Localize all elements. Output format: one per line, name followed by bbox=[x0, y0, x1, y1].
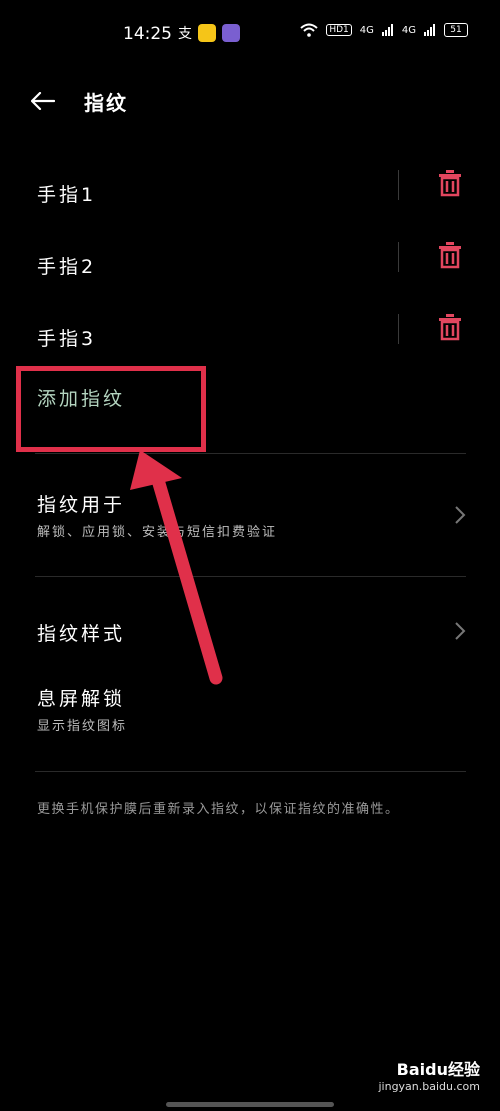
item-subtitle: 显示指纹图标 bbox=[37, 719, 128, 734]
watermark-brand: Baidu经验 bbox=[396, 1060, 480, 1079]
chevron-right-icon bbox=[455, 506, 466, 524]
signal-bars-icon-1 bbox=[381, 24, 393, 36]
hd-voice-icon: HD1 bbox=[326, 24, 352, 36]
page-header: 指纹 bbox=[30, 86, 128, 116]
divider bbox=[35, 453, 466, 454]
page-title: 指纹 bbox=[84, 90, 128, 115]
item-title: 息屏解锁 bbox=[37, 688, 126, 710]
status-time: 14:25 bbox=[123, 24, 172, 44]
alipay-icon: 支 bbox=[178, 26, 192, 42]
delete-trash-icon[interactable] bbox=[436, 168, 464, 198]
divider bbox=[398, 314, 399, 344]
chevron-right-icon bbox=[455, 622, 466, 640]
game-app-icon bbox=[222, 24, 240, 42]
divider bbox=[398, 170, 399, 200]
item-title: 指纹样式 bbox=[37, 623, 126, 645]
highlight-box bbox=[16, 366, 206, 452]
delete-trash-icon[interactable] bbox=[436, 312, 464, 342]
divider bbox=[35, 771, 466, 772]
weibo-icon bbox=[198, 24, 216, 42]
divider bbox=[398, 242, 399, 272]
back-arrow-icon bbox=[31, 92, 55, 110]
item-title: 指纹用于 bbox=[37, 494, 126, 516]
divider bbox=[35, 576, 466, 577]
finger-row-1[interactable]: 手指1 bbox=[0, 162, 500, 222]
notification-icons: 支 bbox=[178, 23, 240, 43]
system-icons: HD1 4G 4G 51 bbox=[300, 23, 468, 37]
back-button[interactable] bbox=[30, 88, 56, 114]
signal-icon-1: 4G bbox=[359, 24, 374, 36]
delete-trash-icon[interactable] bbox=[436, 240, 464, 270]
finger-label: 手指1 bbox=[37, 184, 97, 206]
hint-text: 更换手机保护膜后重新录入指纹，以保证指纹的准确性。 bbox=[37, 802, 400, 817]
item-subtitle: 解锁、应用锁、安装与短信扣费验证 bbox=[37, 525, 278, 540]
signal-icon-2: 4G bbox=[401, 24, 416, 36]
home-indicator[interactable] bbox=[166, 1102, 334, 1107]
status-bar: 14:25 支 HD1 4G 4G 51 bbox=[0, 0, 500, 64]
wifi-icon bbox=[300, 23, 318, 37]
battery-icon: 51 bbox=[444, 23, 468, 37]
finger-label: 手指3 bbox=[37, 328, 97, 350]
finger-label: 手指2 bbox=[37, 256, 97, 278]
signal-bars-icon-2 bbox=[424, 24, 435, 36]
finger-row-3[interactable]: 手指3 bbox=[0, 306, 500, 366]
finger-row-2[interactable]: 手指2 bbox=[0, 234, 500, 294]
watermark-url: jingyan.baidu.com bbox=[378, 1080, 480, 1093]
baidu-watermark: Baidu经验 jingyan.baidu.com bbox=[378, 1056, 480, 1093]
